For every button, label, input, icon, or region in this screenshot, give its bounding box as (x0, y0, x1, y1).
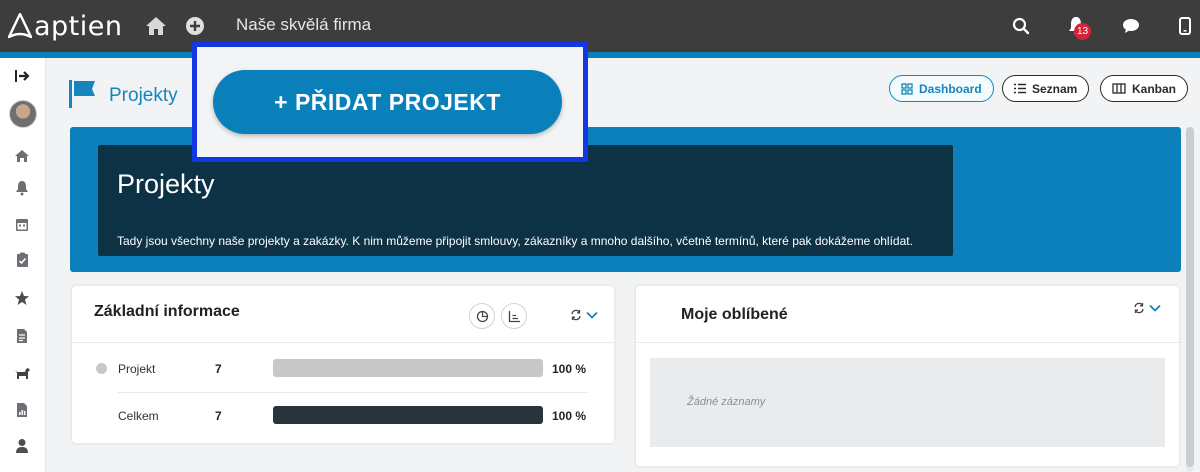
app-logo[interactable]: aptien (8, 9, 123, 43)
scrollbar-thumb[interactable] (1186, 127, 1194, 467)
user-icon[interactable] (12, 436, 32, 456)
columns-icon (1112, 83, 1126, 94)
add-circle-icon[interactable] (183, 14, 207, 38)
card-divider (636, 342, 1179, 343)
view-dashboard-button[interactable]: Dashboard (889, 75, 994, 102)
scrollbar[interactable] (1186, 127, 1194, 472)
clipboard-icon[interactable] (12, 250, 32, 270)
calendar-icon[interactable] (12, 214, 32, 234)
pie-chart-icon (476, 310, 488, 322)
report-icon[interactable] (12, 400, 32, 420)
view-list-button[interactable]: Seznam (1002, 75, 1090, 102)
view-kanban-label: Kanban (1132, 81, 1177, 96)
bar-chart-button[interactable] (501, 303, 527, 329)
add-project-button[interactable]: + PŘIDAT PROJEKT (213, 70, 562, 134)
page-title: Projekty (109, 85, 178, 106)
dog-icon[interactable] (12, 363, 32, 383)
row-count-celkem: 7 (215, 409, 222, 423)
add-project-highlight: + PŘIDAT PROJEKT (192, 42, 588, 162)
flag-icon (69, 80, 95, 108)
company-name[interactable]: Naše skvělá firma (236, 15, 371, 35)
grid-icon (901, 82, 913, 95)
row-bar-projekt (273, 359, 543, 377)
sidebar (0, 58, 46, 472)
notification-badge: 13 (1074, 23, 1092, 40)
home-icon[interactable] (144, 14, 168, 38)
row-label-celkem: Celkem (118, 409, 159, 423)
refresh-icon[interactable] (570, 309, 582, 321)
empty-text: Žádné záznamy (687, 396, 766, 408)
row-divider (118, 392, 588, 393)
basic-info-card: Základní informace Projekt 7 100 % Celke… (72, 286, 614, 443)
bell-icon[interactable] (12, 178, 32, 198)
basic-info-title: Základní informace (94, 303, 240, 320)
collapse-icon[interactable] (12, 66, 32, 86)
view-list-label: Seznam (1032, 81, 1078, 96)
view-dashboard-label: Dashboard (919, 81, 982, 96)
star-icon[interactable] (12, 288, 32, 308)
favorites-controls (1133, 302, 1161, 314)
favorites-card: Moje oblíbené Žádné záznamy (636, 286, 1179, 466)
refresh-controls (570, 309, 598, 321)
row-count-projekt: 7 (215, 362, 222, 376)
home-icon[interactable] (12, 146, 32, 166)
row-label-projekt[interactable]: Projekt (118, 362, 155, 376)
avatar[interactable] (9, 100, 37, 128)
projekt-dot (96, 363, 107, 374)
row-percent-projekt: 100 % (552, 362, 587, 376)
chevron-down-icon[interactable] (1149, 304, 1161, 312)
accent-strip (0, 52, 1200, 58)
refresh-icon[interactable] (1133, 302, 1145, 314)
hero-description: Tady jsou všechny naše projekty a zakázk… (117, 234, 913, 248)
document-icon[interactable] (12, 326, 32, 346)
bar-chart-icon (508, 310, 520, 322)
top-bar: aptien Naše skvělá firma 13 (0, 0, 1200, 52)
view-kanban-button[interactable]: Kanban (1100, 75, 1189, 102)
pie-chart-button[interactable] (469, 303, 495, 329)
row-percent-celkem: 100 % (552, 409, 587, 423)
chat-icon[interactable] (1119, 14, 1143, 38)
logo-mark-icon (8, 13, 32, 39)
hero-title: Projekty (117, 169, 215, 199)
list-icon (1014, 83, 1026, 94)
search-icon[interactable] (1009, 14, 1033, 38)
favorites-title: Moje oblíbené (681, 306, 788, 323)
row-bar-celkem (273, 406, 543, 424)
empty-state: Žádné záznamy (650, 358, 1165, 447)
logo-text: aptien (34, 10, 123, 42)
chevron-down-icon[interactable] (586, 311, 598, 319)
card-divider (72, 342, 614, 343)
mobile-icon[interactable] (1173, 14, 1197, 38)
